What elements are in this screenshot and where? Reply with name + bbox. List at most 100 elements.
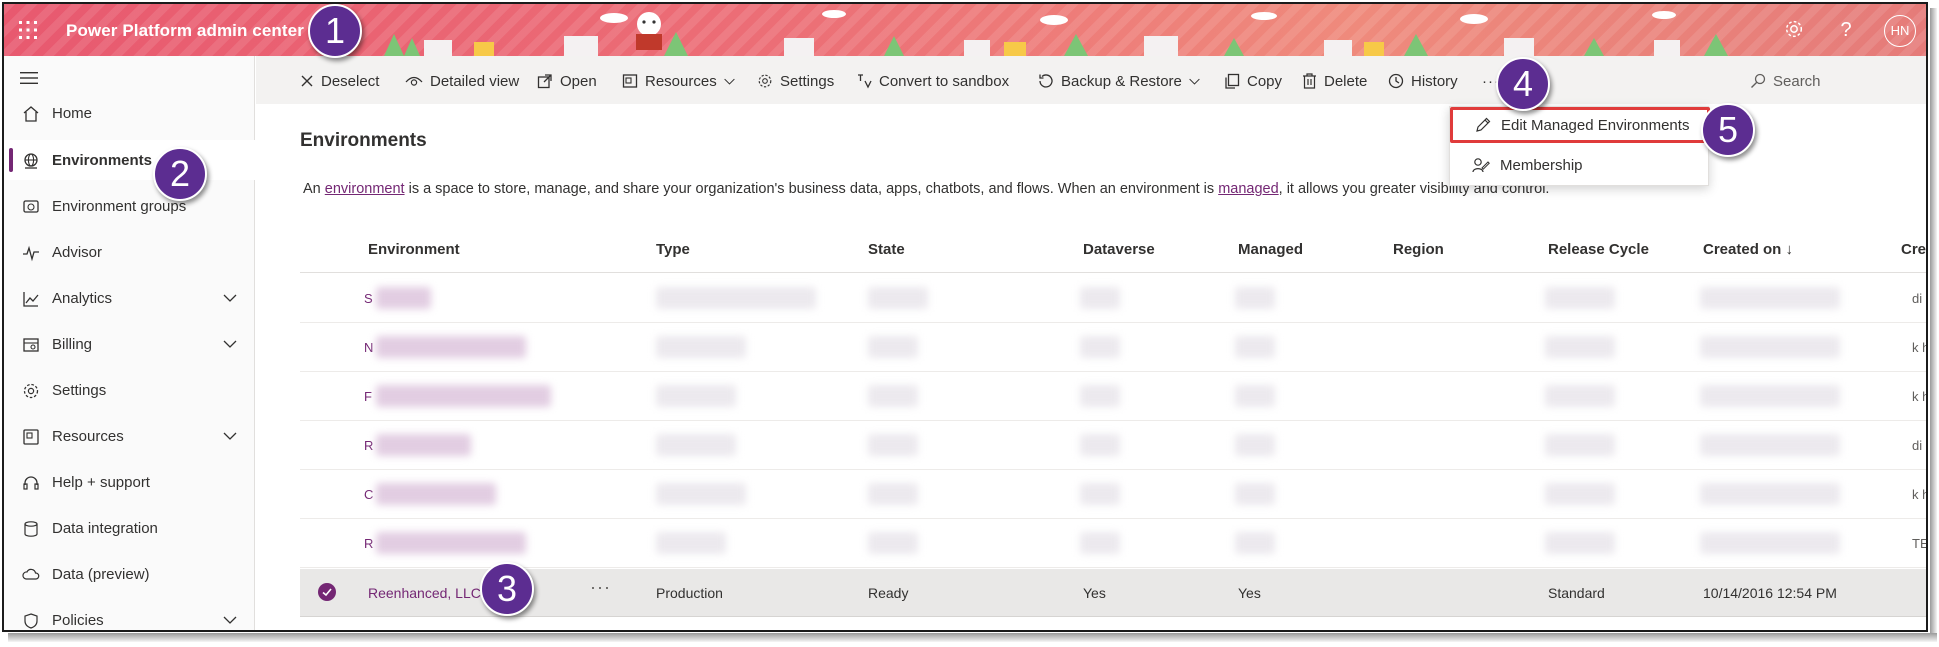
table-row[interactable]: C k h: [300, 471, 1928, 519]
more-commands-menu: Edit Managed Environments Membership: [1449, 106, 1710, 186]
chevron-down-icon[interactable]: [222, 336, 238, 352]
hamburger-menu-icon[interactable]: [20, 70, 40, 86]
column-header-dataverse[interactable]: Dataverse: [1083, 241, 1155, 258]
nav-item-billing[interactable]: Billing: [4, 324, 255, 364]
nav-item-data-preview[interactable]: Data (preview): [4, 554, 255, 594]
nav-item-analytics[interactable]: Analytics: [4, 278, 255, 318]
nav-label: Settings: [52, 382, 107, 399]
table-row-selected[interactable]: Reenhanced, LLC ··· Production Ready Yes…: [300, 569, 1926, 617]
waffle-icon[interactable]: [16, 18, 40, 42]
environment-name-redacted[interactable]: N: [364, 340, 373, 355]
created-by-fragment: k h: [1912, 487, 1928, 502]
backup-label: Backup & Restore: [1061, 72, 1182, 90]
managed-link[interactable]: managed: [1218, 181, 1278, 197]
column-header-type[interactable]: Type: [656, 241, 690, 258]
eye-icon: [405, 76, 423, 86]
column-header-region[interactable]: Region: [1393, 241, 1444, 258]
deselect-button[interactable]: Deselect: [300, 70, 379, 92]
backup-restore-dropdown-button[interactable]: Backup & Restore: [1038, 70, 1201, 92]
column-header-release-cycle[interactable]: Release Cycle: [1548, 241, 1649, 258]
nav-item-environments[interactable]: Environments: [4, 140, 255, 180]
convert-to-sandbox-button[interactable]: Convert to sandbox: [856, 70, 1009, 92]
user-avatar[interactable]: HN: [1884, 15, 1916, 47]
table-row[interactable]: S di: [300, 275, 1926, 323]
redacted-cell: [1080, 483, 1120, 505]
environment-name-redacted[interactable]: R: [364, 438, 373, 453]
environment-name-redacted[interactable]: S: [364, 291, 373, 306]
redacted-cell: [1700, 434, 1840, 456]
redacted-cell: [1700, 385, 1840, 407]
chevron-down-icon[interactable]: [222, 612, 238, 628]
redacted-cell: [1080, 385, 1120, 407]
created-by-fragment: di: [1912, 291, 1923, 306]
environment-groups-icon: [23, 200, 39, 213]
redacted-cell: [868, 287, 928, 309]
nav-item-policies[interactable]: Policies: [4, 600, 255, 630]
environment-name-redacted[interactable]: C: [364, 487, 373, 502]
nav-item-resources[interactable]: Resources: [4, 416, 255, 456]
copy-icon: [1225, 73, 1240, 89]
copy-button[interactable]: Copy: [1224, 70, 1282, 92]
chevron-down-icon: [723, 78, 735, 85]
frame-shadow-right: [1930, 8, 1937, 638]
nav-item-environment-groups[interactable]: Environment groups: [4, 186, 255, 226]
column-header-created-by[interactable]: Creat: [1901, 241, 1926, 258]
column-header-created-on[interactable]: Created on ↓: [1703, 241, 1793, 258]
nav-item-data-integration[interactable]: Data integration: [4, 508, 255, 548]
convert-icon: [858, 74, 872, 89]
globe-icon: [24, 153, 38, 169]
redacted-cell: [1700, 287, 1840, 309]
help-icon[interactable]: ?: [1834, 18, 1858, 42]
nav-item-help-support[interactable]: Help + support: [4, 462, 255, 502]
settings-gear-icon[interactable]: [1782, 18, 1806, 42]
delete-button[interactable]: Delete: [1302, 70, 1367, 92]
chevron-down-icon[interactable]: [222, 290, 238, 306]
column-header-state[interactable]: State: [868, 241, 905, 258]
left-nav: Home Environments Environment groups Adv…: [4, 56, 255, 630]
row-more-options-button[interactable]: ···: [590, 577, 611, 598]
environment-name-link[interactable]: Reenhanced, LLC: [368, 585, 481, 601]
nav-item-advisor[interactable]: Advisor: [4, 232, 255, 272]
detailed-view-button[interactable]: Detailed view: [405, 70, 519, 92]
callout-badge-4: 4: [1496, 57, 1550, 111]
app-window: Power Platform admin center ? HN Home En…: [2, 2, 1928, 632]
chevron-down-icon[interactable]: [222, 428, 238, 444]
redacted-cell: [1700, 336, 1840, 358]
open-button[interactable]: Open: [537, 70, 597, 92]
created-by-fragment: k h: [1912, 340, 1928, 355]
table-row[interactable]: R TE: [300, 520, 1928, 568]
table-row[interactable]: F k h: [300, 373, 1926, 421]
redacted-cell: [868, 385, 918, 407]
row-checkmark-icon[interactable]: [318, 583, 336, 601]
app-title[interactable]: Power Platform admin center: [66, 21, 304, 41]
redacted-cell: [868, 336, 918, 358]
history-button[interactable]: History: [1388, 70, 1458, 92]
settings-button[interactable]: Settings: [757, 70, 834, 92]
created-on-cell: 10/14/2016 12:54 PM: [1703, 585, 1837, 601]
resources-label: Resources: [645, 72, 717, 90]
policy-icon: [24, 613, 38, 629]
chevron-down-icon: [1189, 78, 1200, 85]
headset-icon: [23, 476, 39, 490]
open-external-icon: [537, 74, 552, 89]
menu-item-membership[interactable]: Membership: [1450, 147, 1710, 183]
search-box[interactable]: Search: [1750, 70, 1821, 92]
nav-item-home[interactable]: Home: [4, 93, 255, 133]
state-cell: Ready: [868, 585, 909, 601]
environment-link[interactable]: environment: [325, 181, 405, 197]
table-row[interactable]: R di: [300, 422, 1926, 470]
created-by-fragment: TE: [1912, 536, 1928, 551]
menu-item-edit-managed-environments[interactable]: Edit Managed Environments: [1450, 107, 1710, 143]
table-row[interactable]: N k h: [300, 324, 1928, 372]
redacted-cell: [376, 385, 551, 407]
top-header: Power Platform admin center ? HN: [4, 4, 1926, 56]
resources-dropdown-button[interactable]: Resources: [622, 70, 736, 92]
environment-name-redacted[interactable]: R: [364, 536, 373, 551]
billing-icon: [23, 338, 39, 352]
callout-badge-2: 2: [153, 147, 207, 201]
search-icon: [1751, 73, 1766, 88]
column-header-managed[interactable]: Managed: [1238, 241, 1303, 258]
environment-name-redacted[interactable]: F: [364, 389, 372, 404]
column-header-environment[interactable]: Environment: [368, 241, 460, 258]
nav-item-settings[interactable]: Settings: [4, 370, 255, 410]
